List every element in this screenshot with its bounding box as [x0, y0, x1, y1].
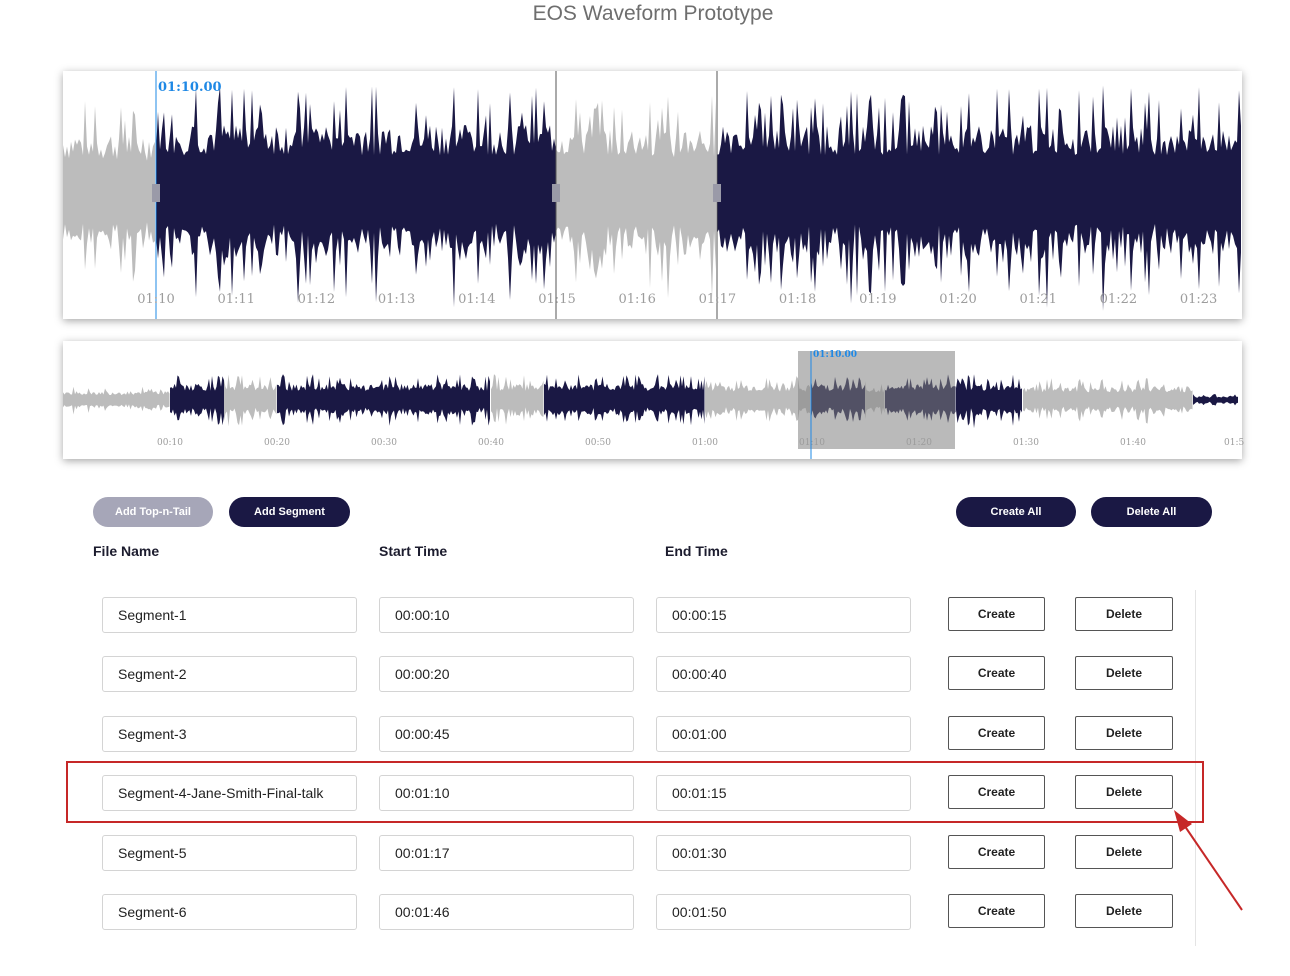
overview-tick-label: 01:40 [1120, 438, 1146, 448]
time-tick-label: 01:16 [618, 292, 656, 307]
start-time-input[interactable]: 00:00:10 [379, 597, 634, 633]
create-button[interactable]: Create [948, 716, 1045, 750]
delete-button[interactable]: Delete [1075, 716, 1173, 750]
selected-wave-region [956, 374, 1022, 429]
add-top-n-tail-button[interactable]: Add Top-n-Tail [93, 497, 213, 527]
time-tick-label: 01:21 [1019, 292, 1057, 307]
overview-tick-label: 01:5 [1224, 438, 1245, 448]
time-tick-label: 01:14 [458, 292, 496, 307]
start-time-input[interactable]: 00:01:10 [379, 775, 634, 811]
selected-wave-region [277, 374, 490, 426]
start-time-input[interactable]: 00:01:17 [379, 835, 634, 871]
selected-wave-region [717, 85, 1241, 311]
time-tick-label: 01:15 [538, 292, 576, 307]
overview-tick-label: 01:10 [799, 438, 825, 448]
overview-tick-label: 00:40 [478, 438, 504, 448]
time-tick-label: 01:19 [859, 292, 897, 307]
file-name-header: File Name [93, 543, 160, 559]
time-tick-label: 01:22 [1099, 292, 1138, 307]
create-button[interactable]: Create [948, 656, 1045, 690]
main-waveform[interactable]: 01:10.00 01:10 01:11 01:12 01:13 01:14 01:15 0… [63, 71, 1242, 319]
end-time-input[interactable]: 00:01:50 [656, 894, 911, 930]
selected-wave-region [170, 375, 224, 426]
main-waveform-canvas[interactable] [63, 71, 1242, 319]
create-all-button[interactable]: Create All [956, 497, 1076, 527]
unselected-wave-region [63, 386, 170, 415]
start-time-input[interactable]: 00:00:20 [379, 656, 634, 692]
overview-playhead-time: 01:10.00 [813, 350, 858, 360]
selected-wave-region [1193, 394, 1238, 406]
time-tick-label: 01:11 [217, 292, 255, 307]
create-button[interactable]: Create [948, 835, 1045, 869]
file-name-input[interactable]: Segment-5 [102, 835, 357, 871]
file-name-input[interactable]: Segment-3 [102, 716, 357, 752]
unselected-wave-region [491, 374, 544, 425]
overview-tick-label: 01:00 [692, 438, 718, 448]
overview-waveform-canvas[interactable] [63, 341, 1242, 459]
segment-drag-handle[interactable] [152, 184, 160, 202]
end-time-header: End Time [665, 543, 728, 559]
segment-drag-handle[interactable] [552, 184, 560, 202]
delete-button[interactable]: Delete [1075, 656, 1173, 690]
file-name-input[interactable]: Segment-4-Jane-Smith-Final-talk [102, 775, 357, 811]
end-time-input[interactable]: 00:01:00 [656, 716, 911, 752]
delete-button[interactable]: Delete [1075, 835, 1173, 869]
overview-tick-label: 00:20 [264, 438, 290, 448]
overview-tick-label: 00:10 [157, 438, 183, 448]
overview-tick-label: 01:20 [906, 438, 932, 448]
overview-tick-label: 01:30 [1013, 438, 1039, 448]
end-time-input[interactable]: 00:00:15 [656, 597, 911, 633]
add-segment-button[interactable]: Add Segment [229, 497, 350, 527]
time-tick-label: 01:13 [377, 292, 416, 307]
time-tick-label: 01:23 [1179, 292, 1218, 307]
overview-waveform[interactable]: 01:10.00 00:10 00:20 00:30 00:40 00:50 01:00 0… [63, 341, 1245, 459]
overview-viewport-window[interactable] [798, 351, 955, 449]
selected-wave-region [544, 374, 705, 426]
delete-button[interactable]: Delete [1075, 597, 1173, 631]
unselected-wave-region [1023, 378, 1193, 424]
end-time-input[interactable]: 00:01:30 [656, 835, 911, 871]
unselected-wave-region [224, 374, 277, 427]
time-tick-label: 01:10 [137, 292, 175, 307]
overview-tick-label: 00:30 [371, 438, 397, 448]
page-title: EOS Waveform Prototype [532, 2, 774, 25]
time-tick-label: 01:18 [778, 292, 817, 307]
main-playhead-time: 01:10.00 [158, 80, 222, 95]
delete-button[interactable]: Delete [1075, 775, 1173, 809]
time-tick-label: 01:17 [698, 292, 737, 307]
create-button[interactable]: Create [948, 775, 1045, 809]
unselected-wave-region [63, 101, 155, 282]
time-tick-label: 01:20 [939, 292, 977, 307]
unselected-wave-region [556, 95, 716, 299]
create-button[interactable]: Create [948, 894, 1045, 928]
start-time-input[interactable]: 00:00:45 [379, 716, 634, 752]
end-time-input[interactable]: 00:01:15 [656, 775, 911, 811]
start-time-header: Start Time [379, 543, 448, 559]
file-name-input[interactable]: Segment-1 [102, 597, 357, 633]
delete-button[interactable]: Delete [1075, 894, 1173, 928]
file-name-input[interactable]: Segment-6 [102, 894, 357, 930]
segment-drag-handle[interactable] [713, 184, 721, 202]
start-time-input[interactable]: 00:01:46 [379, 894, 634, 930]
overview-tick-label: 00:50 [585, 438, 611, 448]
unselected-wave-region [705, 376, 810, 422]
file-name-input[interactable]: Segment-2 [102, 656, 357, 692]
table-scrollbar[interactable] [1195, 590, 1211, 946]
create-button[interactable]: Create [948, 597, 1045, 631]
selected-wave-region [156, 86, 556, 308]
end-time-input[interactable]: 00:00:40 [656, 656, 911, 692]
delete-all-button[interactable]: Delete All [1091, 497, 1212, 527]
time-tick-label: 01:12 [297, 292, 336, 307]
